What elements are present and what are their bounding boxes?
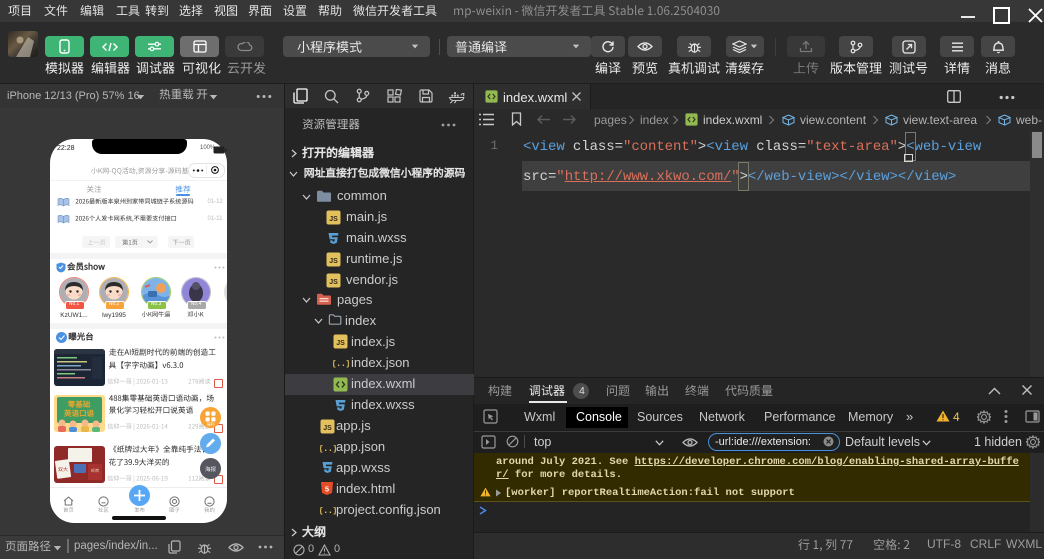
svg-text:JS: JS bbox=[329, 216, 338, 223]
svg-text:JS: JS bbox=[336, 340, 345, 347]
svg-text:JS: JS bbox=[329, 279, 338, 286]
svg-text:5: 5 bbox=[325, 485, 329, 494]
svg-text:{..}: {..} bbox=[320, 444, 336, 453]
svg-text:JS: JS bbox=[329, 258, 338, 265]
svg-text:{..}: {..} bbox=[320, 506, 336, 515]
svg-text:JS: JS bbox=[323, 425, 332, 432]
svg-text:{..}: {..} bbox=[333, 359, 349, 368]
